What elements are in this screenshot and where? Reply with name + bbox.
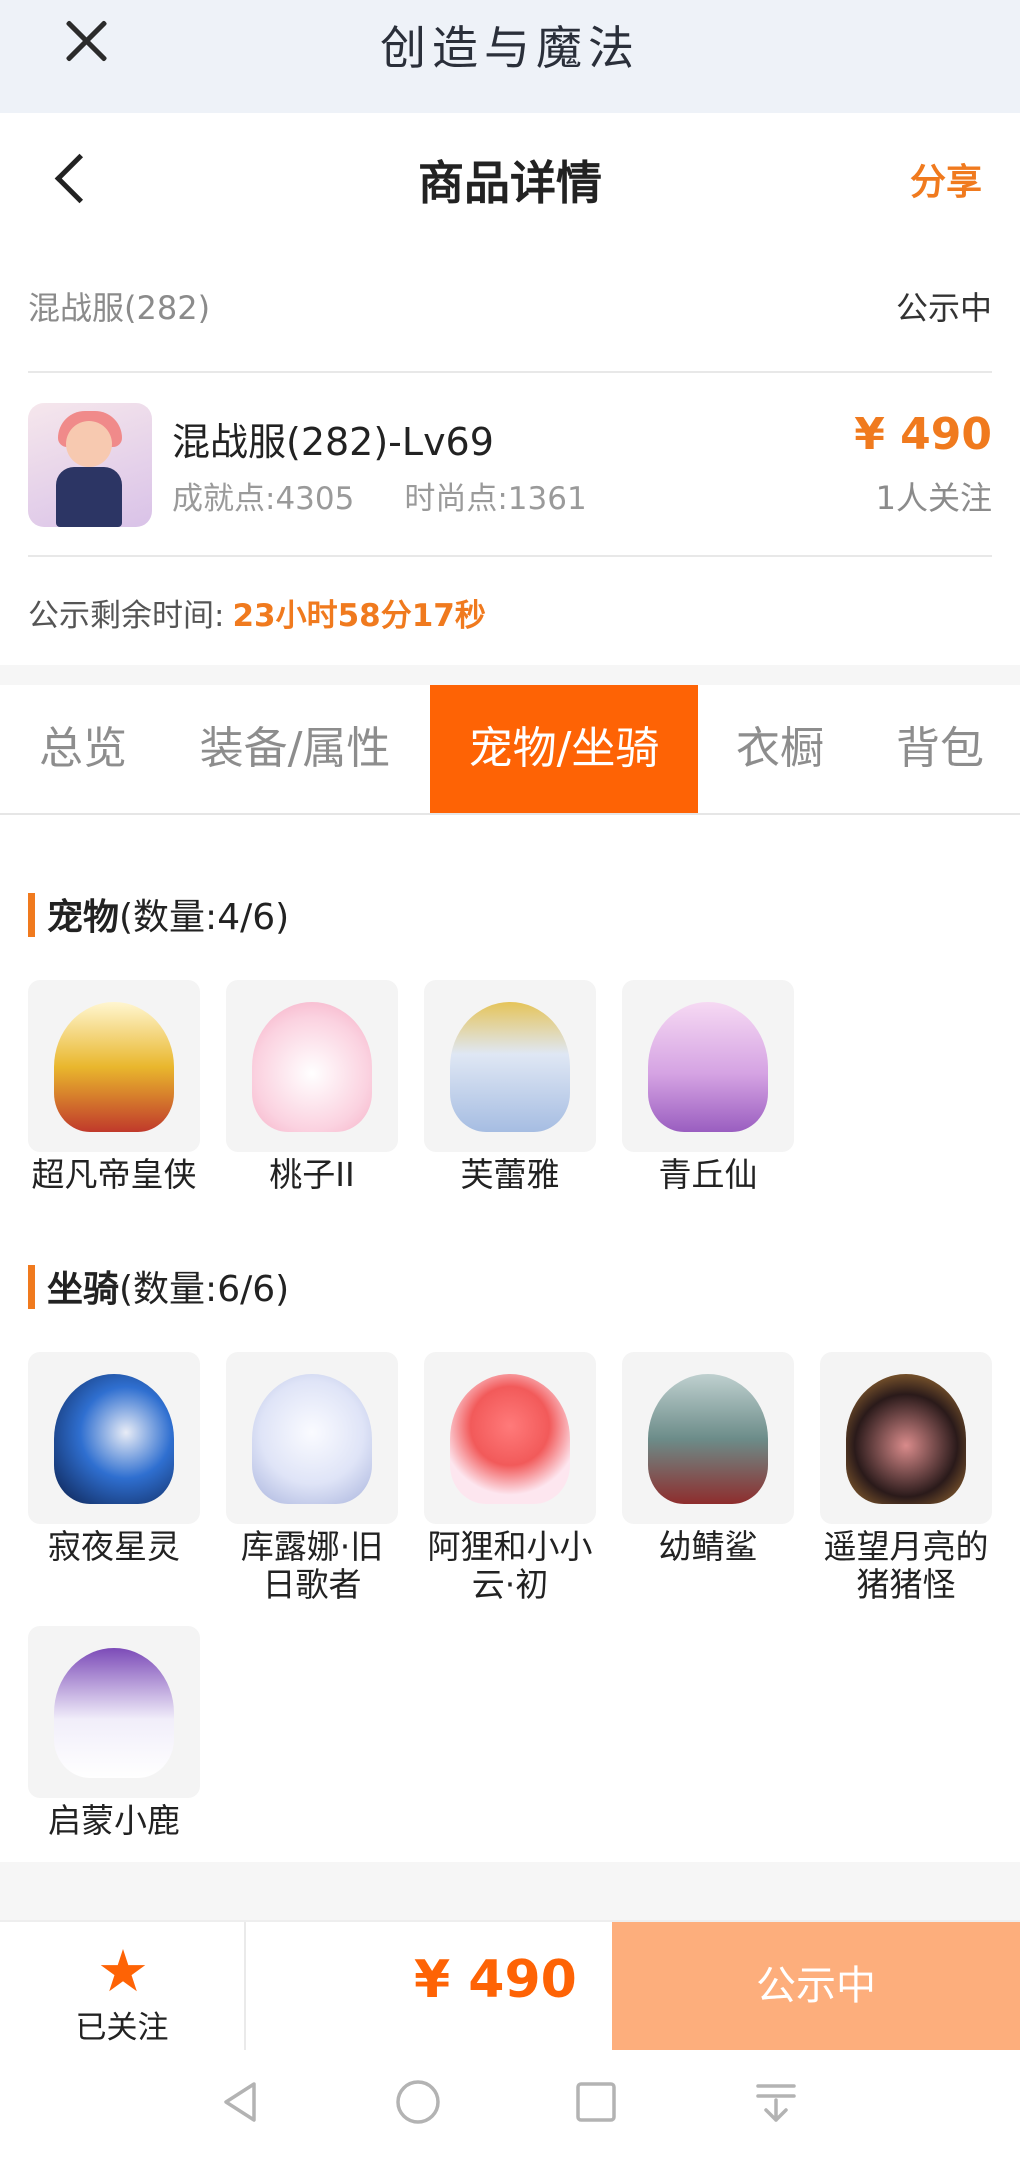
- pets-section-title: 宠物(数量:4/6): [28, 888, 289, 940]
- follow-button[interactable]: ★ 已关注: [0, 1922, 244, 2050]
- mount-image: [622, 1352, 794, 1524]
- nav-menu-icon[interactable]: [752, 2078, 800, 2126]
- mount-card[interactable]: 寂夜星灵: [28, 1352, 200, 1566]
- pet-image: [226, 980, 398, 1152]
- pets-title: 宠物: [47, 897, 120, 938]
- tab-wardrobe[interactable]: 衣橱: [715, 685, 845, 813]
- mount-name: 启蒙小鹿: [48, 1801, 180, 1840]
- mount-card[interactable]: 启蒙小鹿: [28, 1626, 200, 1840]
- section-gap: [0, 665, 1020, 685]
- pet-card[interactable]: 芙蕾雅: [424, 980, 596, 1194]
- pet-card[interactable]: 桃子II: [226, 980, 398, 1194]
- remaining-time: 公示剩余时间: 23小时58分17秒: [28, 590, 486, 635]
- mount-name: 遥望月亮的猪猪怪: [823, 1527, 989, 1604]
- divider: [244, 1922, 246, 2050]
- follower-count: 1人关注: [875, 479, 992, 517]
- item-summary[interactable]: 混战服(282)-Lv69 成就点:4305 时尚点:1361 ¥ 490 1人关…: [28, 395, 992, 530]
- mount-card[interactable]: 阿狸和小小云·初: [424, 1352, 596, 1604]
- tab-overview[interactable]: 总览: [18, 685, 148, 813]
- tab-pets-mounts[interactable]: 宠物/坐骑: [430, 685, 698, 813]
- mount-image: [28, 1352, 200, 1524]
- item-stats: 成就点:4305 时尚点:1361: [172, 473, 587, 518]
- divider: [28, 555, 992, 557]
- mount-image: [226, 1352, 398, 1524]
- pet-name: 桃子II: [269, 1155, 355, 1194]
- nav-home-icon[interactable]: [394, 2078, 442, 2126]
- pet-card[interactable]: 青丘仙: [622, 980, 794, 1194]
- mount-image: [820, 1352, 992, 1524]
- tab-equipment[interactable]: 装备/属性: [180, 685, 410, 813]
- system-nav-bar: [0, 2050, 1020, 2160]
- pets-count: (数量:4/6): [119, 897, 290, 938]
- item-price: ¥ 490: [854, 409, 992, 460]
- mount-name: 库露娜·旧日歌者: [240, 1527, 384, 1604]
- mounts-title: 坐骑: [47, 1269, 120, 1310]
- server-row: 混战服(282) 公示中: [28, 275, 992, 335]
- divider: [28, 371, 992, 373]
- pet-card[interactable]: 超凡帝皇侠: [28, 980, 200, 1194]
- nav-back-icon[interactable]: [216, 2078, 264, 2126]
- mount-card[interactable]: 遥望月亮的猪猪怪: [820, 1352, 992, 1604]
- page-header: 商品详情 分享: [0, 113, 1020, 243]
- tab-backpack[interactable]: 背包: [870, 685, 1010, 813]
- mount-card[interactable]: 库露娜·旧日歌者: [226, 1352, 398, 1604]
- mount-name: 幼鲭鲨: [658, 1527, 758, 1566]
- mount-name: 阿狸和小小云·初: [427, 1527, 593, 1604]
- nav-recent-icon[interactable]: [572, 2078, 620, 2126]
- server-name: 混战服(282): [28, 289, 211, 327]
- status-badge: 公示中: [895, 289, 992, 327]
- app-bar: 创造与魔法: [0, 0, 1020, 113]
- pet-image: [424, 980, 596, 1152]
- mounts-section-title: 坐骑(数量:6/6): [28, 1260, 289, 1312]
- mount-card[interactable]: 幼鲭鲨: [622, 1352, 794, 1566]
- remaining-time-label: 公示剩余时间:: [28, 598, 225, 634]
- mount-image: [424, 1352, 596, 1524]
- bottom-price: ¥ 490: [414, 1950, 577, 2010]
- star-icon: ★: [97, 1937, 149, 2005]
- share-button[interactable]: 分享: [910, 153, 982, 205]
- status-button[interactable]: 公示中: [612, 1922, 1020, 2050]
- section-gap: [0, 1862, 1020, 1920]
- mount-name: 寂夜星灵: [48, 1527, 180, 1566]
- page-title: 商品详情: [418, 156, 602, 210]
- mounts-count: (数量:6/6): [119, 1269, 290, 1310]
- pet-name: 青丘仙: [658, 1155, 758, 1194]
- bottom-action-bar: ★ 已关注 ¥ 490 公示中: [0, 1920, 1020, 2050]
- pet-image: [28, 980, 200, 1152]
- pet-name: 超凡帝皇侠: [31, 1155, 197, 1194]
- item-title: 混战服(282)-Lv69: [172, 420, 494, 464]
- tab-bar: 总览 装备/属性 宠物/坐骑 衣橱 背包: [0, 685, 1020, 815]
- achievement-points: 成就点:4305: [172, 481, 355, 517]
- avatar: [28, 403, 152, 527]
- pet-image: [622, 980, 794, 1152]
- follow-label: 已关注: [75, 2010, 169, 2046]
- mount-image: [28, 1626, 200, 1798]
- remaining-time-value: 23小时58分17秒: [232, 598, 486, 634]
- pet-name: 芙蕾雅: [460, 1155, 560, 1194]
- fashion-points: 时尚点:1361: [404, 481, 587, 517]
- app-title: 创造与魔法: [380, 21, 640, 75]
